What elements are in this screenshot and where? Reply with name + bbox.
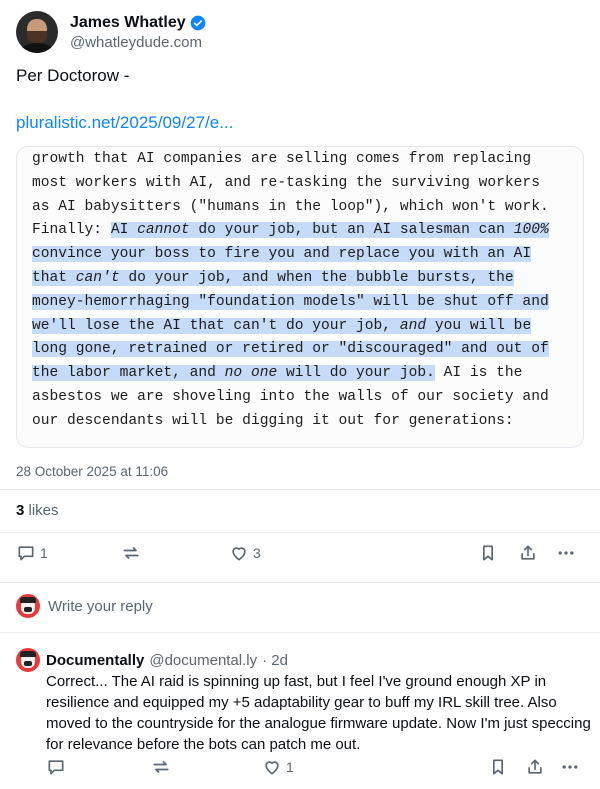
reply-share-button[interactable] — [525, 757, 545, 777]
quote-highlighted-text: do your job, and when the bubble bursts,… — [119, 269, 514, 286]
quote-line: as AI babysitters ("humans in the loop")… — [32, 196, 549, 220]
reply-composer[interactable]: Write your reply — [16, 594, 153, 618]
reply-author-handle[interactable]: @documental.ly — [149, 652, 257, 669]
quote-highlighted-text: money-hemorrhaging "foundation models" w… — [32, 293, 549, 310]
bookmark-icon — [493, 759, 503, 775]
author-name-row[interactable]: James Whatley — [70, 14, 206, 32]
reply-reply-button[interactable] — [46, 757, 66, 777]
reply-author-name[interactable]: Documentally — [46, 652, 144, 669]
reply-text: Correct... The AI raid is spinning up fa… — [46, 673, 591, 753]
more-icon — [558, 551, 574, 555]
quote-highlighted-text: the labor market, and — [32, 365, 225, 382]
author-avatar[interactable] — [16, 11, 58, 53]
quote-highlighted-text: cannot — [137, 222, 190, 239]
quote-highlighted-text: that — [32, 269, 76, 286]
share-button[interactable] — [518, 543, 538, 563]
quote-highlighted-text: can't — [75, 269, 120, 286]
reply-input[interactable]: Write your reply — [48, 598, 153, 615]
author-names: James Whatley @whatleydude.com — [70, 14, 206, 51]
like-count: 3 — [253, 545, 261, 561]
reply-bookmark-button[interactable] — [488, 757, 508, 777]
reply-header: Documentally @documental.ly · 2d — [16, 648, 588, 672]
divider — [0, 532, 600, 533]
quote-highlighted-text: AI — [110, 222, 138, 239]
quote-line: growth that AI companies are selling com… — [32, 148, 549, 172]
quote-text: growth that AI companies are selling com… — [32, 151, 532, 167]
post-text: Per Doctorow - — [16, 66, 130, 85]
bookmark-button[interactable] — [478, 543, 498, 563]
quote-image-text: growth that AI companies are selling com… — [32, 148, 549, 434]
post-actions: 1 3 — [0, 543, 600, 569]
quote-text: most workers with AI, and re-tasking the… — [32, 174, 540, 191]
quote-line: money-hemorrhaging "foundation models" w… — [32, 291, 549, 315]
post-timestamp: 28 October 2025 at 11:06 — [16, 464, 169, 479]
reply-repost-button[interactable] — [151, 757, 171, 777]
more-options-button[interactable] — [556, 543, 576, 563]
reply-age: · 2d — [262, 651, 288, 669]
more-icon — [562, 765, 578, 769]
divider — [0, 582, 600, 583]
reply-like-count: 1 — [286, 759, 294, 775]
quote-line: we'll lose the AI that can't do your job… — [32, 315, 549, 339]
quote-highlighted-text: convince your boss to fire you and repla… — [32, 246, 532, 263]
repost-icon — [153, 761, 169, 773]
quote-highlighted-text: we'll lose the AI that can't do your job… — [32, 317, 400, 334]
verified-badge-icon — [190, 15, 205, 30]
quote-line: our descendants will be digging it out f… — [32, 410, 549, 434]
reply-button[interactable]: 1 — [16, 543, 48, 563]
quote-text: Finally: — [32, 222, 111, 239]
quote-highlighted-text: you will be — [426, 317, 532, 334]
quote-line: long gone, retrained or retired or "disc… — [32, 338, 549, 362]
repost-button[interactable] — [121, 543, 141, 563]
quote-line: the labor market, and no one will do you… — [32, 362, 549, 386]
current-user-avatar — [16, 594, 40, 618]
quote-highlighted-text: do your job, but an AI salesman can — [189, 222, 514, 239]
repost-icon — [123, 547, 139, 559]
quote-line: most workers with AI, and re-tasking the… — [32, 172, 549, 196]
post-link[interactable]: pluralistic.net/2025/09/27/e... — [16, 113, 233, 133]
quote-text: asbestos we are shoveling into the walls… — [32, 388, 549, 405]
quote-text: our descendants will be digging it out f… — [32, 412, 514, 429]
reply-icon — [18, 546, 34, 561]
divider — [0, 632, 600, 633]
quote-line: Finally: AI cannot do your job, but an A… — [32, 219, 549, 243]
quote-highlighted-text: 100% — [513, 222, 549, 239]
post-author: James Whatley @whatleydude.com — [16, 8, 206, 56]
like-icon — [232, 547, 246, 561]
quote-highlighted-text: will do your job. — [277, 365, 435, 382]
quote-text: as AI babysitters ("humans in the loop")… — [32, 198, 549, 215]
reply-count: 1 — [40, 545, 48, 561]
reply-actions: 1 — [0, 757, 600, 783]
reply-author-avatar[interactable] — [16, 648, 40, 672]
bookmark-icon — [483, 545, 493, 561]
likes-label: likes — [24, 502, 59, 519]
quote-highlighted-text: long gone, retrained or retired or "disc… — [32, 341, 549, 358]
quote-line: asbestos we are shoveling into the walls… — [32, 386, 549, 410]
author-display-name[interactable]: James Whatley — [70, 14, 186, 32]
quote-text: AI is the — [434, 365, 523, 382]
like-button[interactable]: 3 — [229, 543, 261, 563]
likes-summary[interactable]: 3 likes — [16, 502, 59, 519]
author-handle[interactable]: @whatleydude.com — [70, 34, 206, 51]
quote-line: convince your boss to fire you and repla… — [32, 243, 549, 267]
like-icon — [265, 761, 279, 775]
reply-more-options-button[interactable] — [560, 757, 580, 777]
reply-post[interactable]: Documentally @documental.ly · 2d Correct… — [16, 648, 591, 753]
share-icon — [528, 759, 542, 774]
reply-icon — [48, 760, 64, 775]
quote-line: that can't do your job, and when the bub… — [32, 267, 549, 291]
share-icon — [521, 545, 535, 560]
divider — [0, 489, 600, 490]
reply-like-button[interactable]: 1 — [262, 757, 294, 777]
quote-highlighted-text: and — [399, 317, 427, 334]
quote-highlighted-text: no one — [224, 365, 278, 382]
